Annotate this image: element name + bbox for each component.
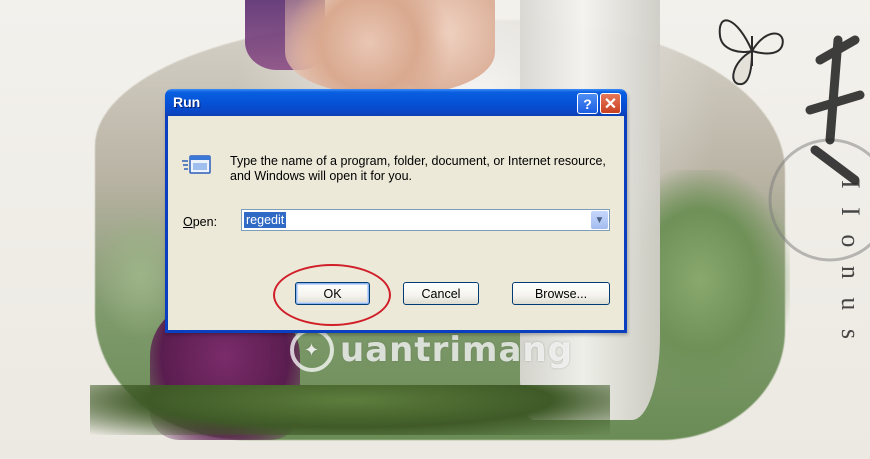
dialog-description: Type the name of a program, folder, docu… bbox=[230, 154, 606, 183]
dialog-titlebar[interactable]: Run ? ✕ bbox=[165, 89, 627, 116]
browse-button[interactable]: Browse... bbox=[512, 282, 610, 305]
cancel-button[interactable]: Cancel bbox=[403, 282, 479, 305]
run-dialog: Run ? ✕ Type the name of a program, fold… bbox=[165, 89, 627, 333]
open-label: Open: bbox=[183, 215, 218, 229]
highlight-ellipse bbox=[273, 264, 391, 326]
help-button[interactable]: ? bbox=[577, 93, 598, 114]
close-button[interactable]: ✕ bbox=[600, 93, 621, 114]
wallpaper-vertical-text: I I o n u s bbox=[836, 180, 865, 345]
dialog-body: Type the name of a program, folder, docu… bbox=[168, 116, 624, 330]
open-input[interactable]: regedit bbox=[244, 212, 287, 228]
flowers bbox=[285, 0, 495, 95]
bulb-icon: ✦ bbox=[290, 328, 334, 372]
dialog-title: Run bbox=[173, 94, 201, 110]
chevron-down-icon[interactable]: ▼ bbox=[591, 211, 608, 229]
run-program-icon bbox=[182, 155, 211, 174]
watermark-text: uantrimang bbox=[340, 330, 573, 370]
open-combobox[interactable]: regedit ▼ bbox=[241, 209, 610, 231]
